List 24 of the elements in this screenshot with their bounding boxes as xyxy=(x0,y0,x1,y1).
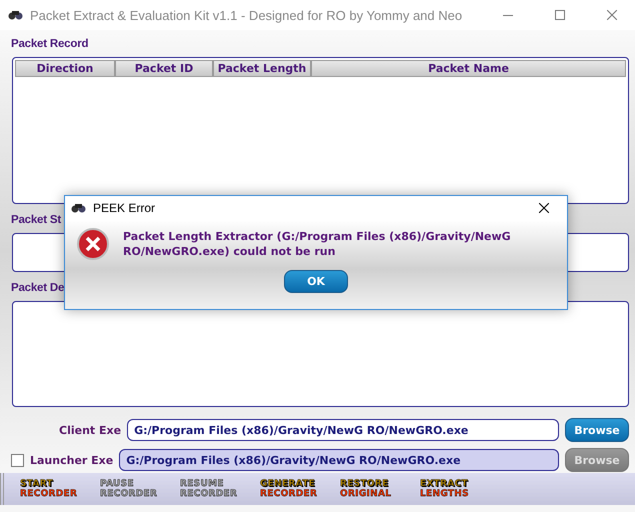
ok-button[interactable]: OK xyxy=(284,270,348,293)
binoculars-icon xyxy=(71,203,87,213)
field-label: Client Exe xyxy=(59,424,122,436)
window-title: Packet Extract & Evaluation Kit v1.1 - Designed for RO by Yommy and Neo xyxy=(30,8,464,22)
section-label: Packet Record xyxy=(11,38,90,52)
section-label: Packet St xyxy=(11,214,62,228)
toolbar-button[interactable]: EXTRACT LENGTHS xyxy=(420,479,486,499)
section-label: Packet De xyxy=(11,282,66,296)
column-header[interactable]: Packet ID xyxy=(115,60,213,77)
error-icon xyxy=(77,228,109,260)
column-header[interactable]: Direction xyxy=(15,60,115,77)
checkbox[interactable] xyxy=(11,454,24,466)
launcher-exe-field[interactable]: G:/Program Files (x86)/Gravity/NewG RO/NewGRO.exe xyxy=(119,449,559,471)
browse-button[interactable]: Browse xyxy=(565,418,629,442)
column-header[interactable]: Packet Length xyxy=(213,60,311,77)
toolbar-button[interactable]: RESTORE ORIGINAL xyxy=(340,479,406,499)
client-exe-field[interactable]: G:/Program Files (x86)/Gravity/NewG RO/NewGRO.exe xyxy=(127,419,559,441)
dialog-title: PEEK Error xyxy=(93,201,156,215)
toolbar-button[interactable]: START RECORDER xyxy=(20,479,86,499)
column-header[interactable]: Packet Name xyxy=(311,60,626,77)
toolbar-button[interactable]: GENERATE RECORDER xyxy=(260,479,326,499)
field-label: Launcher Exe xyxy=(30,454,114,466)
error-message: Packet Length Extractor (G:/Program Files (x86)/Gravity/NewG RO/NewGRO.exe) could not be run xyxy=(123,229,512,259)
binoculars-icon xyxy=(8,10,24,20)
